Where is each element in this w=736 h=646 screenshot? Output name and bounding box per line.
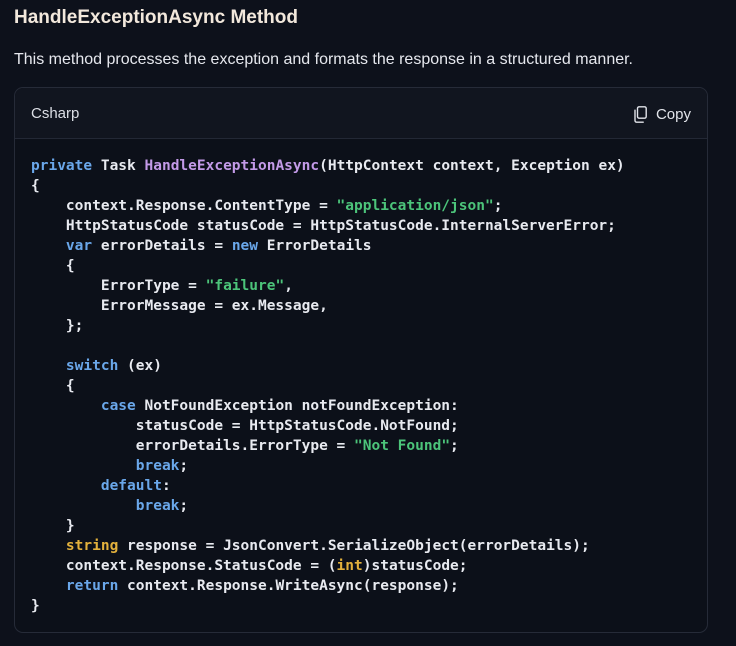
- code-token: context.Response.StatusCode = (: [31, 558, 337, 574]
- code-line: context.Response.ContentType = "applicat…: [31, 198, 503, 214]
- code-token: private: [31, 158, 93, 174]
- code-token: :: [161, 478, 171, 494]
- code-token: ;: [450, 438, 459, 454]
- code-block-header: Csharp Copy: [15, 88, 707, 139]
- code-token: {: [31, 378, 75, 394]
- code-token: errorDetails.ErrorType =: [31, 438, 355, 454]
- code-line: };: [31, 318, 83, 334]
- code-token: (HttpContext context, Exception ex): [319, 158, 625, 174]
- code-line: break;: [31, 458, 188, 474]
- copy-button-label: Copy: [655, 105, 691, 123]
- code-token: ;: [179, 458, 189, 474]
- code-token: }: [31, 518, 75, 534]
- code-token: new: [231, 238, 259, 254]
- code-line: errorDetails.ErrorType = "Not Found";: [31, 438, 459, 454]
- code-token: default: [100, 478, 162, 494]
- code-token: int: [336, 558, 363, 574]
- code-token: ErrorDetails: [258, 238, 372, 254]
- code-line: var errorDetails = new ErrorDetails: [31, 238, 372, 254]
- code-line: }: [31, 598, 40, 614]
- code-token: "failure": [205, 278, 285, 294]
- code-line: case NotFoundException notFoundException…: [31, 398, 459, 414]
- section-description: This method processes the exception and …: [14, 51, 633, 68]
- code-token: ErrorType =: [31, 278, 206, 294]
- code-token: Task: [92, 158, 145, 174]
- code-line: return context.Response.WriteAsync(respo…: [31, 578, 459, 594]
- code-line: default:: [31, 478, 171, 494]
- code-token: }: [31, 598, 40, 614]
- code-line: private Task HandleExceptionAsync(HttpCo…: [31, 158, 625, 174]
- code-token: response = JsonConvert.SerializeObject(e…: [118, 538, 590, 554]
- code-token: case: [100, 398, 136, 414]
- code-line: }: [31, 518, 75, 534]
- code-token: HandleExceptionAsync: [144, 158, 320, 174]
- code-token: ;: [493, 198, 503, 214]
- code-token: (ex): [118, 358, 162, 374]
- code-token: break: [135, 498, 180, 514]
- code-token: {: [31, 178, 40, 194]
- code-block: Csharp Copy private Task HandleException…: [14, 87, 708, 633]
- code-token: {: [31, 258, 75, 274]
- code-token: return: [65, 578, 119, 594]
- code-token: };: [31, 318, 84, 334]
- code-token: HttpStatusCode statusCode = HttpStatusCo…: [31, 218, 616, 234]
- code-line: HttpStatusCode statusCode = HttpStatusCo…: [31, 218, 616, 234]
- code-token: ;: [179, 498, 189, 514]
- section-heading: HandleExceptionAsync Method: [14, 7, 298, 28]
- code-token: errorDetails =: [92, 238, 232, 254]
- code-line: ErrorMessage = ex.Message,: [31, 298, 328, 314]
- code-line: statusCode = HttpStatusCode.NotFound;: [31, 418, 459, 434]
- code-token: "Not Found": [354, 438, 451, 454]
- code-line: string response = JsonConvert.SerializeO…: [31, 538, 590, 554]
- code-token: context.Response.WriteAsync(response);: [118, 578, 459, 594]
- copy-button[interactable]: Copy: [634, 102, 691, 126]
- code-token: break: [135, 458, 180, 474]
- code-line: {: [31, 258, 75, 274]
- code-line: switch (ex): [31, 358, 162, 374]
- code-content[interactable]: private Task HandleExceptionAsync(HttpCo…: [31, 156, 625, 616]
- code-token: switch: [65, 358, 119, 374]
- copy-icon: [634, 105, 647, 123]
- code-token: statusCode = HttpStatusCode.NotFound;: [31, 418, 459, 434]
- code-token: NotFoundException notFoundException:: [135, 398, 459, 414]
- code-language-label: Csharp: [31, 105, 80, 122]
- code-token: string: [65, 538, 119, 554]
- code-token: ,: [284, 278, 293, 294]
- code-token: context.Response.ContentType =: [31, 198, 337, 214]
- code-line: ErrorType = "failure",: [31, 278, 293, 294]
- code-token: "application/json": [336, 198, 494, 214]
- code-token: var: [65, 238, 93, 254]
- code-line: break;: [31, 498, 188, 514]
- code-line: {: [31, 378, 75, 394]
- code-token: ErrorMessage = ex.Message,: [31, 298, 328, 314]
- code-line: context.Response.StatusCode = (int)statu…: [31, 558, 468, 574]
- code-token: )statusCode;: [362, 558, 468, 574]
- code-line: {: [31, 178, 40, 194]
